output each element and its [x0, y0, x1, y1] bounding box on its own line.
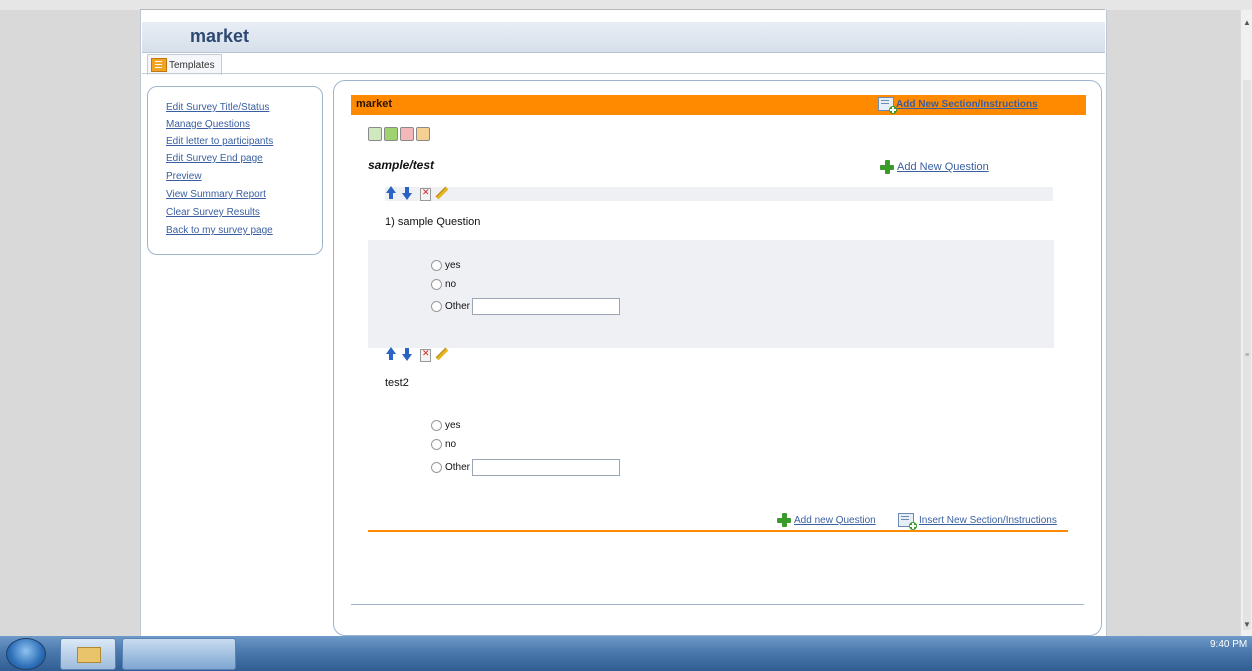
option-other[interactable]: Other: [431, 459, 621, 476]
delete-question-icon[interactable]: [420, 349, 431, 362]
option-no[interactable]: no: [431, 279, 456, 290]
add-section-icon: [878, 97, 897, 114]
option-yes[interactable]: yes: [431, 260, 461, 271]
other-text-input[interactable]: [472, 459, 621, 476]
site-header: [142, 22, 1105, 53]
scroll-up-arrow-icon[interactable]: ▲: [1243, 18, 1251, 27]
section-end-divider: [368, 530, 1068, 532]
section-bar-title: market: [356, 98, 393, 110]
section-delete-icon[interactable]: [400, 127, 414, 141]
insert-section-link[interactable]: Insert New Section/Instructions: [898, 513, 1057, 530]
nav-link-edit-end-page[interactable]: Edit Survey End page: [166, 153, 263, 164]
question-text: test2: [385, 377, 409, 389]
scroll-grip-icon: ≡: [1245, 352, 1250, 359]
section-edit-icon[interactable]: [368, 127, 382, 141]
delete-question-icon[interactable]: [420, 188, 431, 201]
nav-link-edit-title[interactable]: Edit Survey Title/Status: [166, 102, 269, 113]
move-up-icon[interactable]: [386, 186, 396, 193]
panel-footer-divider: [351, 604, 1084, 605]
insert-section-icon: [898, 513, 917, 530]
nav-link-manage-questions[interactable]: Manage Questions: [166, 119, 250, 130]
option-label: Other: [445, 462, 471, 473]
nav-link-edit-letter[interactable]: Edit letter to participants: [166, 136, 273, 147]
option-label: yes: [445, 260, 461, 271]
radio-button[interactable]: [431, 260, 442, 271]
survey-nav-panel: Edit Survey Title/Status Manage Question…: [147, 86, 323, 255]
add-question-bottom-label: Add new Question: [794, 514, 876, 526]
browser-top-strip: [0, 0, 1252, 10]
tab-divider: [142, 73, 1105, 74]
taskbar-browser-button[interactable]: [122, 638, 236, 670]
option-label: no: [445, 279, 457, 290]
green-plus-icon: [880, 160, 894, 174]
question-toolbar: [385, 187, 1053, 201]
move-down-icon[interactable]: [402, 354, 412, 361]
option-label: yes: [445, 420, 461, 431]
option-no[interactable]: no: [431, 439, 456, 450]
nav-link-back[interactable]: Back to my survey page: [166, 225, 273, 236]
site-title: market: [190, 26, 250, 46]
radio-button[interactable]: [431, 279, 442, 290]
nav-link-clear-results[interactable]: Clear Survey Results: [166, 207, 260, 218]
section-notes-icon[interactable]: [416, 127, 430, 141]
taskbar-clock: 9:40 PM: [1210, 639, 1248, 650]
option-label: no: [445, 439, 457, 450]
add-section-label: Add New Section/Instructions: [896, 98, 1038, 110]
add-new-question-label: Add New Question: [897, 161, 989, 173]
add-question-bottom-link[interactable]: Add new Question: [777, 513, 876, 527]
section-add-icon[interactable]: [384, 127, 398, 141]
folder-icon: [77, 647, 101, 663]
nav-link-preview[interactable]: Preview: [166, 171, 202, 182]
move-down-icon[interactable]: [402, 193, 412, 200]
question-options-box: [368, 240, 1054, 348]
scroll-down-arrow-icon[interactable]: ▼: [1243, 620, 1251, 629]
nav-link-summary-report[interactable]: View Summary Report: [166, 189, 266, 200]
radio-button[interactable]: [431, 439, 442, 450]
other-text-input[interactable]: [472, 298, 621, 315]
green-plus-icon: [777, 513, 791, 527]
add-new-question-link[interactable]: Add New Question: [880, 160, 989, 174]
option-label: Other: [445, 301, 471, 312]
option-yes[interactable]: yes: [431, 420, 461, 431]
tab-templates-label: Templates: [169, 59, 215, 71]
radio-button[interactable]: [431, 462, 442, 473]
section-name: sample/test: [368, 158, 435, 172]
option-other[interactable]: Other: [431, 298, 621, 315]
move-up-icon-stem: [389, 354, 393, 360]
tab-templates[interactable]: Templates: [147, 54, 222, 75]
taskbar-explorer-button[interactable]: [60, 638, 116, 670]
question-text: 1) sample Question: [385, 216, 481, 228]
insert-section-label: Insert New Section/Instructions: [919, 514, 1057, 526]
radio-button[interactable]: [431, 301, 442, 312]
templates-icon: [151, 58, 167, 72]
add-section-link[interactable]: Add New Section/Instructions: [878, 97, 1038, 114]
move-up-icon-stem: [389, 193, 393, 199]
start-button[interactable]: [6, 638, 46, 670]
radio-button[interactable]: [431, 420, 442, 431]
move-up-icon[interactable]: [386, 347, 396, 354]
